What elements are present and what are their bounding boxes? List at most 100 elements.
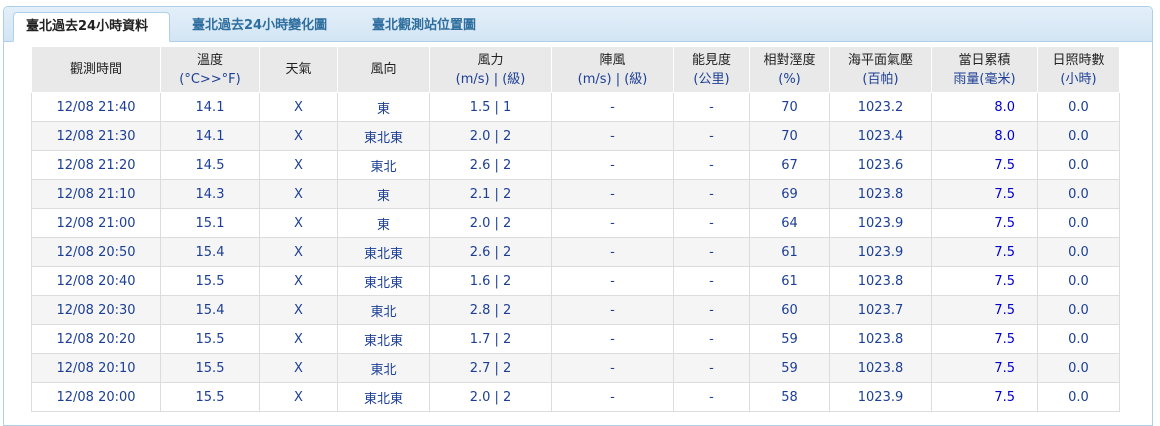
cell-wind-force: 2.0 | 2 [429, 382, 552, 412]
cell-pressure: 1023.9 [829, 237, 932, 267]
cell-gust: - [551, 266, 674, 296]
cell-sunshine: 0.0 [1037, 237, 1120, 267]
cell-pressure: 1023.9 [829, 382, 932, 412]
cell-visibility: - [673, 121, 750, 151]
header-label: 溫度 [196, 52, 223, 68]
cell-visibility: - [673, 382, 750, 412]
cell-time: 12/08 20:20 [31, 324, 161, 354]
table-row: 12/08 20:50 15.4 X 東北東 2.6 | 2- -61 1023.9 7.5 0… [31, 237, 1120, 267]
cell-humidity: 70 [749, 121, 830, 151]
cell-weather: X [259, 295, 338, 325]
cell-humidity: 70 [749, 92, 830, 122]
cell-wind-direction: 東北東 [337, 266, 430, 296]
cell-visibility: - [673, 92, 750, 122]
cell-gust: - [551, 382, 674, 412]
cell-rainfall: 7.5 [931, 382, 1038, 412]
cell-pressure: 1023.8 [829, 266, 932, 296]
table-header-row: 觀測時間 溫度 (°C>>°F) 天氣 風向 風力 (m/s) | (級) 陣風 (m/s) |… [31, 46, 1120, 93]
table-row: 12/08 20:40 15.5 X 東北東 1.6 | 2- -61 1023.8 7.5 0… [31, 266, 1120, 296]
cell-visibility: - [673, 324, 750, 354]
cell-time: 12/08 21:00 [31, 208, 161, 238]
tab-24h-data[interactable]: 臺北過去24小時資料 [13, 12, 170, 42]
cell-time: 12/08 21:40 [31, 92, 161, 122]
cell-wind-direction: 東北 [337, 295, 430, 325]
cell-sunshine: 0.0 [1037, 121, 1120, 151]
header-rainfall: 當日累積 雨量(毫米) [931, 46, 1038, 93]
cell-wind-direction: 東北 [337, 150, 430, 180]
table-row: 12/08 21:10 14.3 X 東 2.1 | 2- -69 1023.8 7.5 0.0 [31, 179, 1120, 209]
header-label: 日照時數 [1052, 52, 1105, 68]
cell-temperature: 14.1 [160, 92, 260, 122]
cell-gust: - [551, 92, 674, 122]
cell-gust: - [551, 295, 674, 325]
header-temperature[interactable]: 溫度 (°C>>°F) [160, 46, 260, 93]
cell-rainfall: 8.0 [931, 92, 1038, 122]
cell-wind-direction: 東北東 [337, 324, 430, 354]
cell-weather: X [259, 237, 338, 267]
tab-station-map[interactable]: 臺北觀測站位置圖 [360, 12, 488, 41]
header-label: 觀測時間 [69, 62, 122, 77]
cell-rainfall: 7.5 [931, 208, 1038, 238]
cell-weather: X [259, 179, 338, 209]
cell-gust: - [551, 179, 674, 209]
cell-humidity: 69 [749, 179, 830, 209]
cell-humidity: 61 [749, 266, 830, 296]
cell-wind-direction: 東北 [337, 353, 430, 383]
cell-sunshine: 0.0 [1037, 295, 1120, 325]
cell-gust: - [551, 121, 674, 151]
header-unit[interactable]: (°C>>°F) [161, 70, 259, 89]
cell-gust: - [551, 208, 674, 238]
header-unit: (%) [778, 71, 801, 87]
table-row: 12/08 20:00 15.5 X 東北東 2.0 | 2- -58 1023.9 7.5 0… [31, 382, 1120, 412]
header-label: 風向 [370, 62, 397, 77]
header-gust: 陣風 (m/s) | (級) [551, 46, 674, 93]
header-label: 陣風 [599, 52, 626, 68]
cell-rainfall: 7.5 [931, 295, 1038, 325]
cell-humidity: 61 [749, 237, 830, 267]
header-label: 天氣 [285, 62, 312, 77]
cell-rainfall: 8.0 [931, 121, 1038, 151]
cell-sunshine: 0.0 [1037, 92, 1120, 122]
table-row: 12/08 21:40 14.1 X 東 1.5 | 1- -70 1023.2 8.0 0.0 [31, 92, 1120, 122]
cell-weather: X [259, 92, 338, 122]
cell-pressure: 1023.8 [829, 324, 932, 354]
cell-sunshine: 0.0 [1037, 353, 1120, 383]
cell-sunshine: 0.0 [1037, 150, 1120, 180]
tab-bar: 臺北過去24小時資料 臺北過去24小時變化圖 臺北觀測站位置圖 [4, 7, 1152, 42]
cell-wind-direction: 東 [337, 179, 430, 209]
cell-wind-force: 2.0 | 2 [429, 121, 552, 151]
cell-pressure: 1023.7 [829, 295, 932, 325]
cell-sunshine: 0.0 [1037, 179, 1120, 209]
cell-wind-force: 2.8 | 2 [429, 295, 552, 325]
cell-visibility: - [673, 179, 750, 209]
cell-wind-force: 1.7 | 2 [429, 324, 552, 354]
cell-time: 12/08 20:50 [31, 237, 161, 267]
cell-temperature: 15.5 [160, 382, 260, 412]
cell-humidity: 64 [749, 208, 830, 238]
cell-pressure: 1023.6 [829, 150, 932, 180]
tab-24h-chart[interactable]: 臺北過去24小時變化圖 [180, 12, 339, 41]
cell-gust: - [551, 237, 674, 267]
cell-humidity: 67 [749, 150, 830, 180]
cell-rainfall: 7.5 [931, 237, 1038, 267]
cell-wind-force: 2.1 | 2 [429, 179, 552, 209]
header-sunshine: 日照時數 (小時) [1037, 46, 1120, 93]
cell-weather: X [259, 208, 338, 238]
cell-temperature: 15.5 [160, 324, 260, 354]
cell-temperature: 14.5 [160, 150, 260, 180]
cell-temperature: 14.3 [160, 179, 260, 209]
cell-wind-direction: 東 [337, 208, 430, 238]
cell-visibility: - [673, 237, 750, 267]
header-weather: 天氣 [259, 46, 338, 93]
cell-wind-force: 2.6 | 2 [429, 150, 552, 180]
header-unit: 雨量(毫米) [953, 71, 1016, 87]
table-row: 12/08 20:10 15.5 X 東北 2.7 | 2- -59 1023.8 7.5 0.… [31, 353, 1120, 383]
cell-visibility: - [673, 295, 750, 325]
cell-rainfall: 7.5 [931, 353, 1038, 383]
cell-time: 12/08 21:30 [31, 121, 161, 151]
header-label: 能見度 [691, 52, 731, 68]
cell-pressure: 1023.8 [829, 353, 932, 383]
cell-wind-direction: 東北東 [337, 237, 430, 267]
cell-gust: - [551, 353, 674, 383]
header-label: 海平面氣壓 [847, 52, 913, 68]
